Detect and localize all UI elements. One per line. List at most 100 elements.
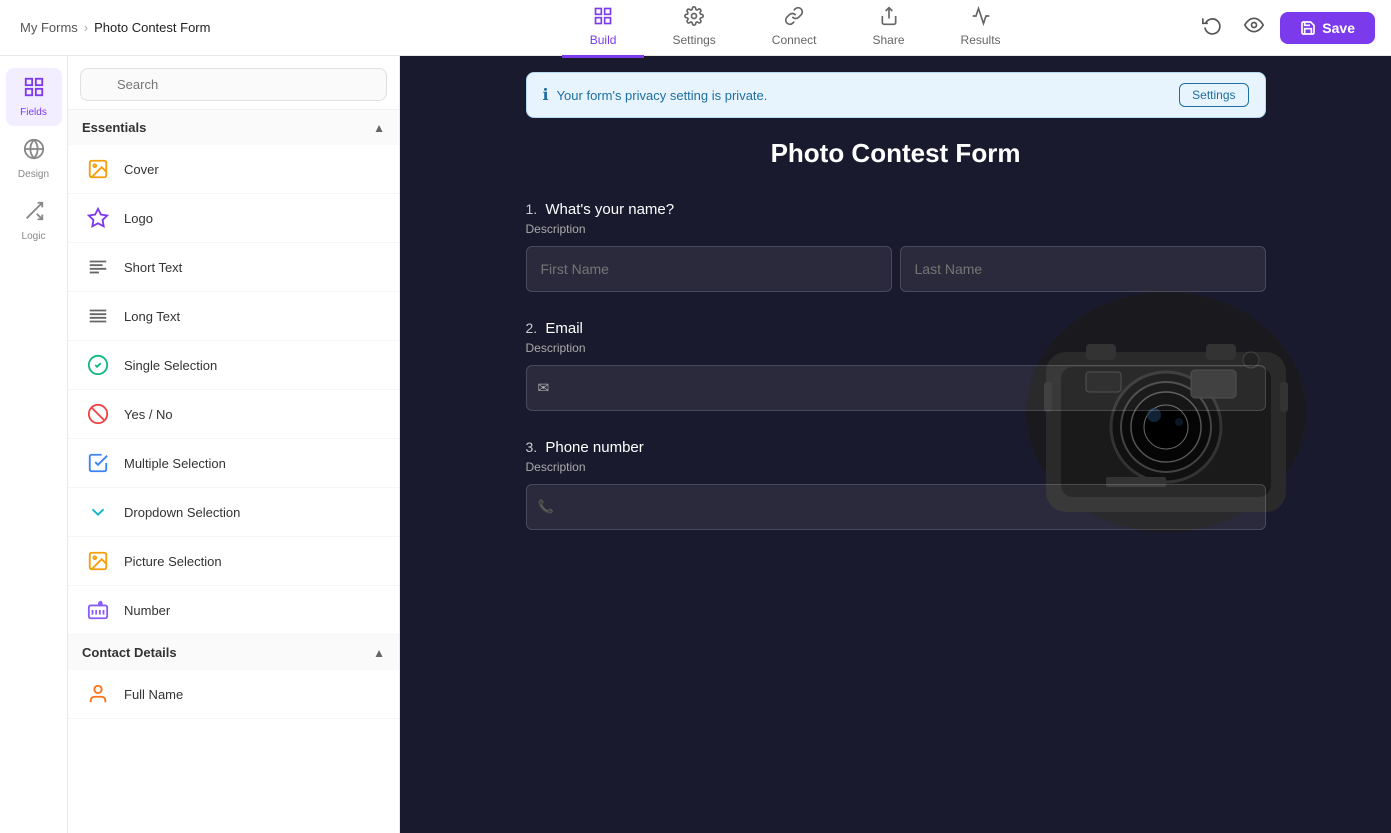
- privacy-banner: ℹ Your form's privacy setting is private…: [526, 72, 1266, 118]
- tab-build[interactable]: Build: [562, 0, 645, 58]
- number-label: Number: [124, 603, 170, 618]
- phone-icon: 📞: [538, 499, 554, 515]
- fields-icon: [23, 76, 45, 104]
- field-item-short-text[interactable]: Short Text: [68, 243, 399, 292]
- dropdown-icon: [84, 498, 112, 526]
- fields-list: Essentials ▲ Cover: [68, 110, 399, 833]
- sidebar-item-fields[interactable]: Fields: [6, 68, 62, 126]
- nav-actions: Save: [1180, 9, 1391, 46]
- single-selection-icon: [84, 351, 112, 379]
- tab-results-label: Results: [961, 33, 1001, 47]
- question-2-desc: Description: [526, 341, 1266, 355]
- settings-icon: [684, 6, 704, 31]
- question-3-num: 3.: [526, 439, 538, 455]
- question-2-num: 2.: [526, 320, 538, 336]
- share-icon: [879, 6, 899, 31]
- tab-settings[interactable]: Settings: [644, 0, 743, 58]
- short-text-icon: [84, 253, 112, 281]
- field-item-number[interactable]: Number: [68, 586, 399, 635]
- search-box: 🔍: [68, 56, 399, 110]
- field-item-long-text[interactable]: Long Text: [68, 292, 399, 341]
- breadcrumb-parent[interactable]: My Forms: [20, 20, 78, 35]
- field-item-logo[interactable]: Logo: [68, 194, 399, 243]
- full-name-icon: [84, 680, 112, 708]
- question-1-desc: Description: [526, 222, 1266, 236]
- contact-section-header[interactable]: Contact Details ▲: [68, 635, 399, 670]
- yes-no-label: Yes / No: [124, 407, 173, 422]
- chevron-up-icon-2: ▲: [373, 646, 385, 660]
- logo-icon: [84, 204, 112, 232]
- breadcrumb: My Forms › Photo Contest Form: [0, 20, 410, 35]
- phone-input-wrapper: 📞: [526, 484, 1266, 530]
- question-1-label: 1. What's your name?: [526, 201, 1266, 218]
- essentials-label: Essentials: [82, 120, 146, 135]
- tab-settings-label: Settings: [672, 33, 715, 47]
- form-title: Photo Contest Form: [526, 138, 1266, 169]
- field-item-single-selection[interactable]: Single Selection: [68, 341, 399, 390]
- main-layout: Fields Design Logic: [0, 56, 1391, 833]
- cover-label: Cover: [124, 162, 159, 177]
- number-icon: [84, 596, 112, 624]
- sidebar-item-logic[interactable]: Logic: [6, 192, 62, 250]
- preview-area: ℹ Your form's privacy setting is private…: [400, 56, 1391, 833]
- field-item-yes-no[interactable]: Yes / No: [68, 390, 399, 439]
- question-2: 2. Email Description ✉: [526, 320, 1266, 411]
- yes-no-icon: [84, 400, 112, 428]
- phone-input[interactable]: [526, 484, 1266, 530]
- last-name-input[interactable]: [900, 246, 1266, 292]
- logic-icon: [23, 200, 45, 228]
- privacy-message: ℹ Your form's privacy setting is private…: [543, 85, 768, 105]
- privacy-settings-button[interactable]: Settings: [1179, 83, 1248, 107]
- preview-button[interactable]: [1238, 9, 1270, 46]
- design-icon: [23, 138, 45, 166]
- picture-selection-label: Picture Selection: [124, 554, 222, 569]
- design-label: Design: [18, 169, 49, 180]
- form-container: ℹ Your form's privacy setting is private…: [526, 72, 1266, 530]
- first-name-input[interactable]: [526, 246, 892, 292]
- dropdown-label: Dropdown Selection: [124, 505, 240, 520]
- connect-icon: [784, 6, 804, 31]
- logic-label: Logic: [22, 231, 46, 242]
- tab-share[interactable]: Share: [845, 0, 933, 58]
- chevron-up-icon: ▲: [373, 121, 385, 135]
- field-item-multiple-selection[interactable]: Multiple Selection: [68, 439, 399, 488]
- info-icon: ℹ: [543, 85, 549, 105]
- fields-label: Fields: [20, 107, 47, 118]
- picture-selection-icon: [84, 547, 112, 575]
- long-text-icon: [84, 302, 112, 330]
- tab-build-label: Build: [590, 33, 617, 47]
- build-icon: [593, 6, 613, 31]
- field-item-full-name[interactable]: Full Name: [68, 670, 399, 719]
- save-label: Save: [1322, 20, 1355, 36]
- field-item-picture-selection[interactable]: Picture Selection: [68, 537, 399, 586]
- multiple-selection-label: Multiple Selection: [124, 456, 226, 471]
- breadcrumb-current: Photo Contest Form: [94, 20, 210, 35]
- full-name-label: Full Name: [124, 687, 183, 702]
- email-input-wrapper: ✉: [526, 365, 1266, 411]
- question-3-label: 3. Phone number: [526, 439, 1266, 456]
- save-button[interactable]: Save: [1280, 12, 1375, 44]
- nav-tabs: Build Settings Connect: [410, 0, 1180, 58]
- search-input[interactable]: [80, 68, 387, 101]
- essentials-section-header[interactable]: Essentials ▲: [68, 110, 399, 145]
- tab-share-label: Share: [873, 33, 905, 47]
- question-3: 3. Phone number Description 📞: [526, 439, 1266, 530]
- fields-panel: 🔍 Essentials ▲ Cover: [68, 56, 400, 833]
- email-input[interactable]: [526, 365, 1266, 411]
- field-item-dropdown[interactable]: Dropdown Selection: [68, 488, 399, 537]
- icon-sidebar: Fields Design Logic: [0, 56, 68, 833]
- long-text-label: Long Text: [124, 309, 180, 324]
- tab-connect-label: Connect: [772, 33, 817, 47]
- question-2-label: 2. Email: [526, 320, 1266, 337]
- multiple-selection-icon: [84, 449, 112, 477]
- contact-label: Contact Details: [82, 645, 177, 660]
- field-item-cover[interactable]: Cover: [68, 145, 399, 194]
- short-text-label: Short Text: [124, 260, 182, 275]
- cover-icon: [84, 155, 112, 183]
- sidebar-item-design[interactable]: Design: [6, 130, 62, 188]
- history-button[interactable]: [1196, 9, 1228, 46]
- tab-results[interactable]: Results: [933, 0, 1029, 58]
- question-1: 1. What's your name? Description: [526, 201, 1266, 292]
- email-icon: ✉: [538, 380, 550, 397]
- tab-connect[interactable]: Connect: [744, 0, 845, 58]
